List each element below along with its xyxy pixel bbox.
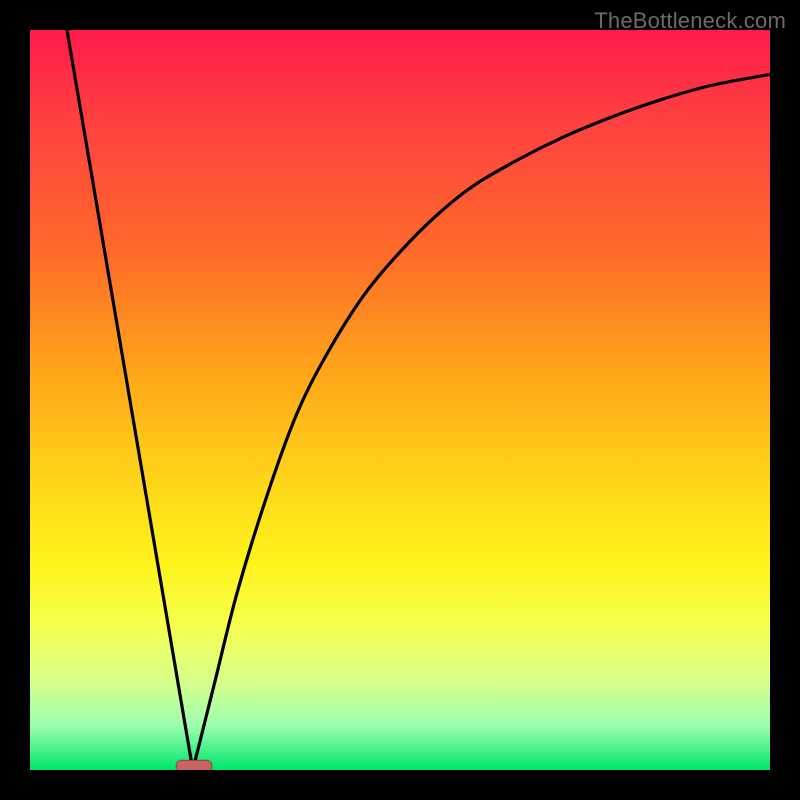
plot-area <box>30 30 770 770</box>
watermark-text: TheBottleneck.com <box>594 8 786 34</box>
bottleneck-curve <box>30 30 770 770</box>
optimal-marker <box>176 760 212 770</box>
chart-frame: TheBottleneck.com <box>0 0 800 800</box>
